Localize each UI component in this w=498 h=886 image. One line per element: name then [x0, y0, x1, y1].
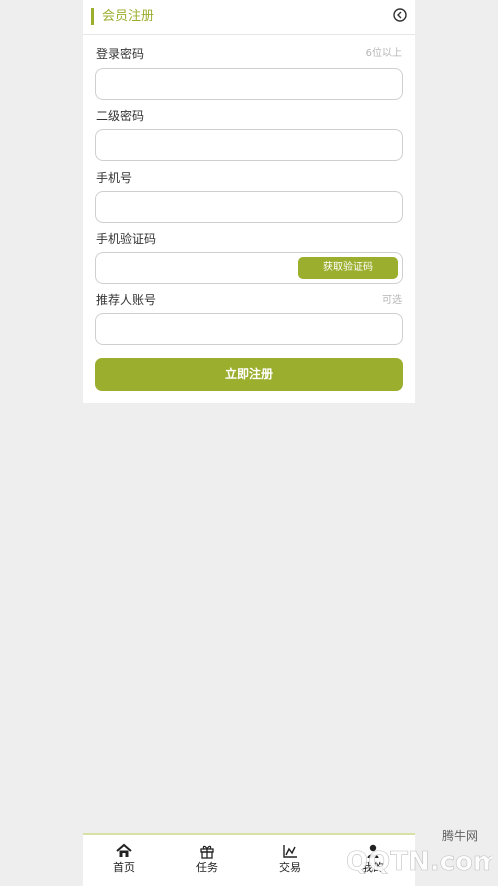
tab-tasks-label: 任务 [196, 861, 218, 874]
get-code-button[interactable]: 获取验证码 [298, 257, 398, 279]
gift-icon [200, 845, 214, 859]
login-password-hint: 6位以上 [365, 48, 402, 59]
login-password-label: 登录密码 [96, 47, 145, 61]
back-icon[interactable] [393, 8, 407, 22]
page-title: 会员注册 [102, 9, 155, 24]
sms-code-label: 手机验证码 [96, 232, 157, 246]
watermark-subtext: 腾牛网 [442, 828, 478, 843]
tab-home-label: 首页 [113, 861, 135, 874]
login-password-input[interactable] [95, 68, 403, 100]
tab-home[interactable]: 首页 [94, 843, 154, 875]
second-password-input[interactable] [95, 129, 403, 161]
sms-code-input[interactable]: 获取验证码 [95, 252, 403, 284]
phone-label: 手机号 [96, 171, 133, 185]
second-password-label: 二级密码 [96, 109, 145, 123]
register-button[interactable]: 立即注册 [95, 358, 403, 391]
referrer-hint: 可选 [382, 295, 402, 306]
referrer-label: 推荐人账号 [96, 293, 157, 307]
chart-icon [283, 845, 297, 858]
watermark-text: QQTN.com [346, 847, 492, 876]
page-header: 会员注册 [83, 0, 415, 35]
referrer-input[interactable] [95, 313, 403, 345]
tab-tasks[interactable]: 任务 [177, 843, 237, 875]
watermark-logo: QQTN.com 腾牛网 [305, 828, 492, 876]
home-icon [116, 843, 132, 857]
title-accent-bar [91, 8, 94, 25]
register-panel: 会员注册 登录密码 6位以上 二级密码 手机号 手机验证码 获取验证码 推荐人账… [83, 0, 415, 403]
phone-input[interactable] [95, 191, 403, 223]
